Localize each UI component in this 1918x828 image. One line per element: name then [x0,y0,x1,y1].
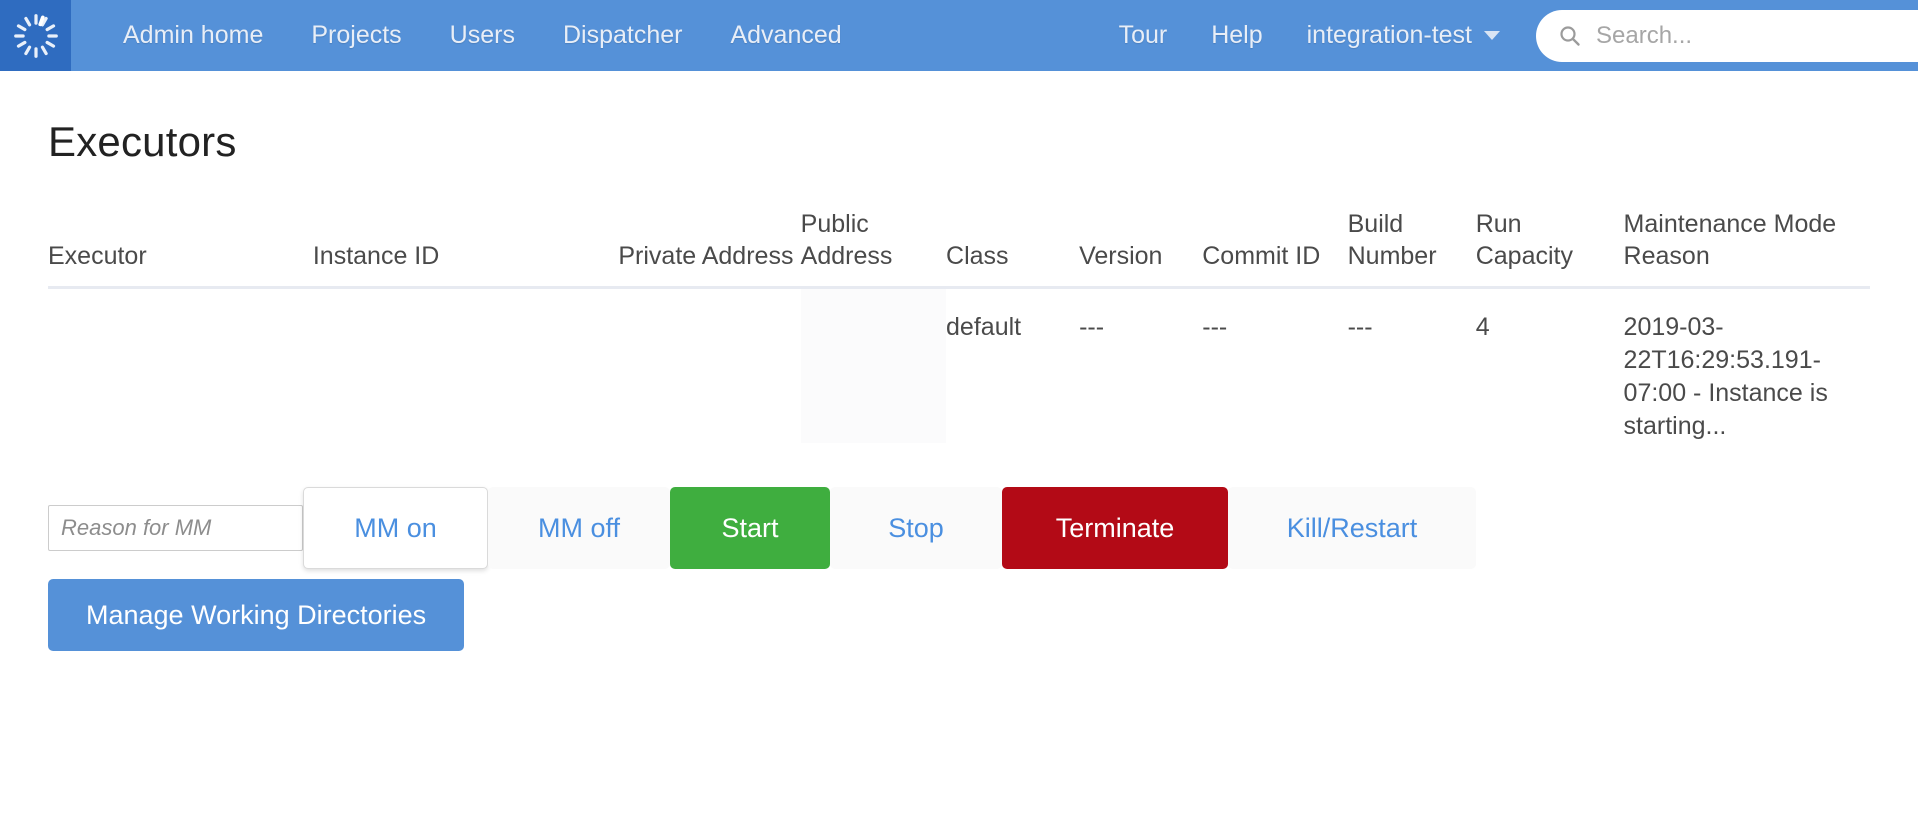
nav-advanced[interactable]: Advanced [706,0,865,71]
mm-on-button[interactable]: MM on [303,487,488,569]
col-header-instance-id[interactable]: Instance ID [312,208,619,289]
circleci-logo[interactable] [0,0,71,71]
col-header-private-address[interactable]: Private Address [618,208,801,289]
col-header-class[interactable]: Class [946,208,1080,289]
org-name-label: integration-test [1306,21,1472,49]
terminate-button[interactable]: Terminate [1002,487,1228,569]
cell-build-number: --- [1347,313,1373,341]
org-switcher[interactable]: integration-test [1285,21,1520,50]
manage-working-directories-button[interactable]: Manage Working Directories [48,579,465,651]
start-button[interactable]: Start [670,487,830,569]
col-header-run-capacity[interactable]: Run Capacity [1475,208,1624,289]
cell-commit-id: --- [1202,313,1228,341]
chevron-down-icon [1484,31,1500,40]
cell-executor [48,288,313,444]
executors-table: Executor Instance ID Private Address Pub… [48,208,1870,443]
page-title: Executors [48,118,237,165]
cell-public-address [800,287,947,443]
table-header-row: Executor Instance ID Private Address Pub… [48,208,1870,289]
nav-admin-home[interactable]: Admin home [99,0,287,71]
mm-off-button[interactable]: MM off [488,487,670,569]
table-head: Executor Instance ID Private Address Pub… [48,208,1870,289]
search-icon [1560,25,1580,46]
secondary-action-bar: Manage Working Directories [48,579,1870,651]
table-body: default --- --- --- 4 2019-03-22T16:29:5… [48,287,1870,444]
col-header-commit-id[interactable]: Commit ID [1202,208,1348,289]
col-header-executor[interactable]: Executor [48,208,313,289]
cell-class: default [946,313,1022,341]
search-input[interactable] [1594,20,1908,51]
top-navbar: Admin home Projects Users Dispatcher Adv… [0,0,1918,71]
executor-action-bar: MM on MM off Start Stop Terminate Kill/R… [48,487,1870,569]
col-header-maintenance-mode-reason[interactable]: Maintenance Mode Reason [1623,208,1870,289]
nav-projects[interactable]: Projects [287,0,425,71]
nav-tour[interactable]: Tour [1097,0,1190,71]
cell-private-address [618,288,800,444]
page-body: Executors Executor Instance ID Private A… [0,118,1918,651]
nav-users[interactable]: Users [426,0,539,71]
col-header-build-number[interactable]: Build Number [1347,208,1476,289]
stop-button[interactable]: Stop [830,487,1002,569]
col-header-version[interactable]: Version [1079,208,1203,289]
cell-maintenance-mode-reason: 2019-03-22T16:29:53.191-07:00 - Instance… [1623,313,1828,440]
table-row[interactable]: default --- --- --- 4 2019-03-22T16:29:5… [48,287,1870,444]
secondary-nav: Tour Help integration-test [1097,0,1918,71]
primary-nav: Admin home Projects Users Dispatcher Adv… [99,0,866,71]
nav-dispatcher[interactable]: Dispatcher [539,0,707,71]
cell-run-capacity: 4 [1475,313,1490,341]
reason-input-wrapper [48,487,303,569]
col-header-public-address[interactable]: Public Address [800,208,947,289]
cell-version: --- [1079,313,1105,341]
cell-instance-id [313,288,619,444]
executors-table-wrapper: Executor Instance ID Private Address Pub… [48,208,1870,443]
nav-help[interactable]: Help [1189,0,1284,71]
reason-for-mm-input[interactable] [48,505,303,551]
kill-restart-button[interactable]: Kill/Restart [1228,487,1476,569]
search-box[interactable] [1536,9,1918,62]
